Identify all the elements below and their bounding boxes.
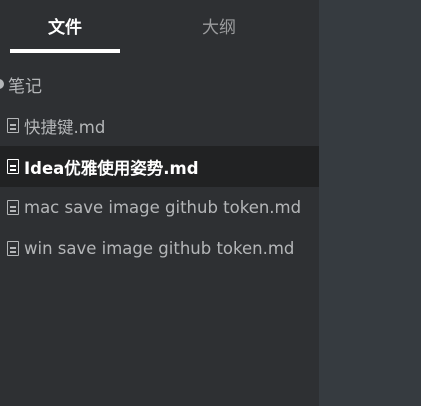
file-icon	[7, 159, 19, 174]
file-list: 快捷键.md Idea优雅使用姿势.md mac save image gith…	[0, 105, 319, 269]
sidebar-tabs: 文件 大纲	[0, 0, 319, 56]
editor-pane[interactable]	[319, 0, 421, 406]
file-label: mac save image github token.md	[24, 198, 302, 217]
file-label: Idea优雅使用姿势.md	[24, 158, 199, 178]
file-icon	[7, 241, 19, 256]
file-label: 快捷键.md	[24, 117, 106, 137]
file-item[interactable]: 快捷键.md	[0, 105, 319, 146]
file-icon	[7, 118, 19, 133]
tab-files[interactable]: 文件	[10, 0, 120, 56]
file-item[interactable]: mac save image github token.md	[0, 187, 319, 228]
tab-outline[interactable]: 大纲	[164, 0, 274, 56]
file-label: win save image github token.md	[24, 239, 295, 258]
file-sidebar: 文件 大纲 笔记 快捷键.md Idea优雅使用姿势.md mac save i…	[0, 0, 319, 406]
file-icon	[7, 200, 19, 215]
folder-icon	[0, 79, 4, 89]
folder-label: 笔记	[8, 76, 42, 97]
active-tab-indicator	[10, 49, 120, 53]
file-item[interactable]: win save image github token.md	[0, 228, 319, 269]
file-item-active[interactable]: Idea优雅使用姿势.md	[0, 146, 319, 187]
folder-item-notes[interactable]: 笔记	[0, 66, 42, 102]
